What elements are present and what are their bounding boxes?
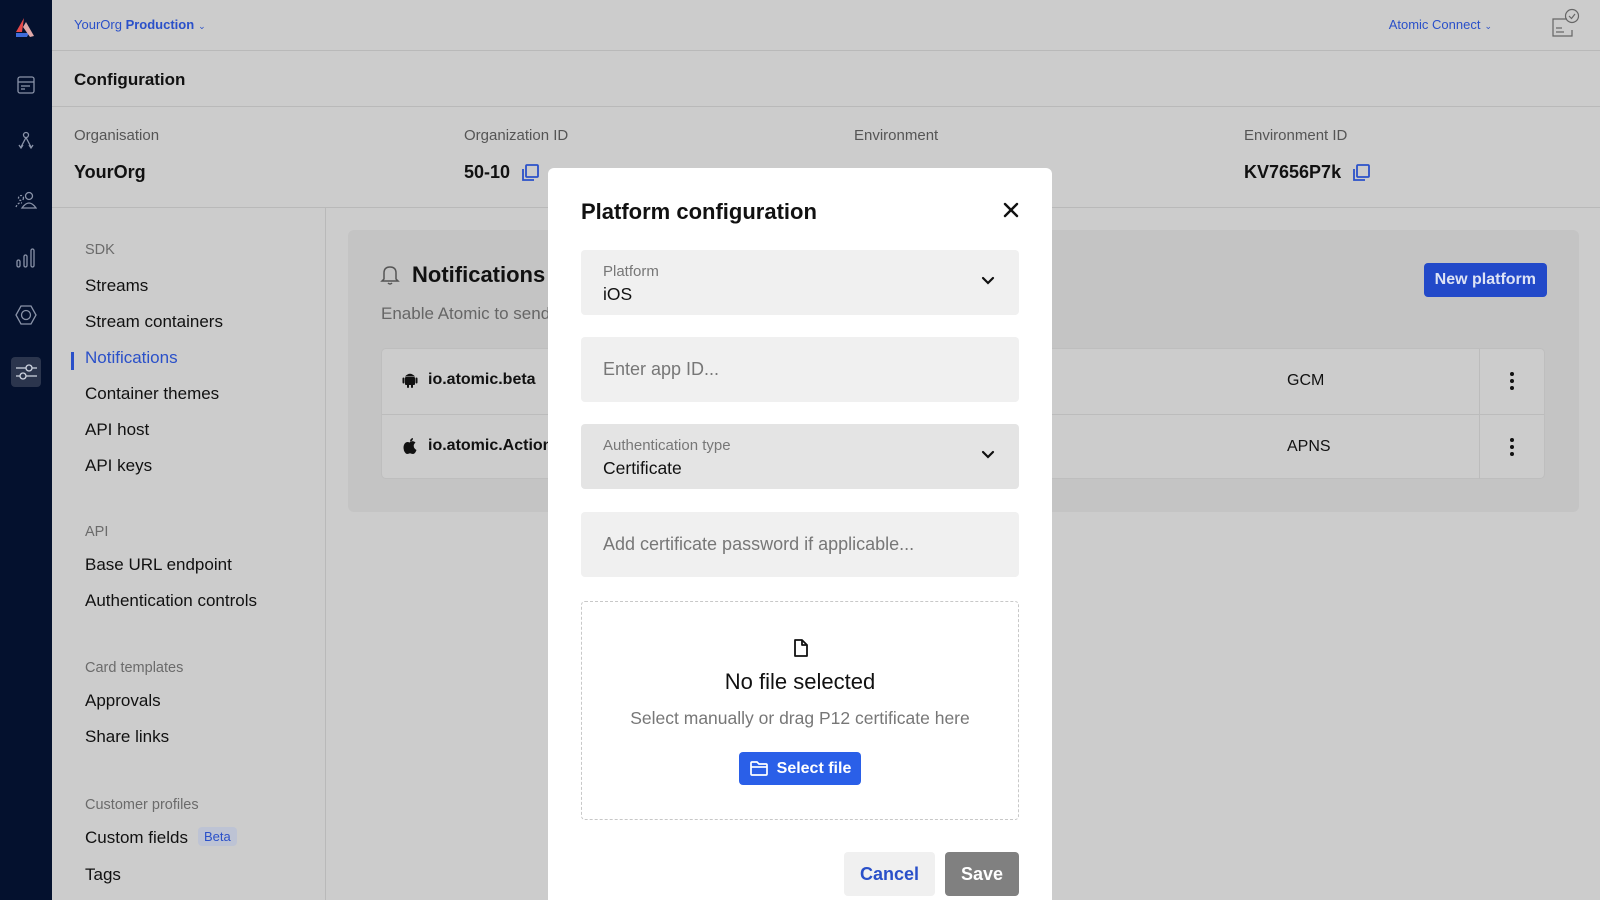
- cancel-button[interactable]: Cancel: [844, 852, 935, 896]
- authentication-type-value: Certificate: [603, 458, 682, 478]
- modal-title: Platform configuration: [581, 199, 817, 224]
- app-id-input[interactable]: [581, 337, 1019, 402]
- close-icon[interactable]: [1002, 201, 1020, 219]
- platform-select-label: Platform: [603, 263, 659, 280]
- authentication-type-label: Authentication type: [603, 437, 731, 454]
- certificate-password-field[interactable]: [581, 512, 1019, 577]
- authentication-type-select[interactable]: Authentication type Certificate: [581, 424, 1019, 489]
- platform-select[interactable]: Platform iOS: [581, 250, 1019, 315]
- app-id-field[interactable]: [581, 337, 1019, 402]
- chevron-down-icon: [981, 450, 995, 459]
- folder-icon: [749, 761, 768, 776]
- save-button[interactable]: Save: [945, 852, 1019, 896]
- certificate-dropzone[interactable]: No file selected Select manually or drag…: [581, 601, 1019, 820]
- certificate-password-input[interactable]: [581, 512, 1019, 577]
- select-file-label: Select file: [776, 759, 852, 777]
- file-icon: [794, 639, 808, 657]
- dropzone-subtitle: Select manually or drag P12 certificate …: [630, 708, 970, 728]
- dropzone-title: No file selected: [724, 669, 876, 694]
- platform-select-value: iOS: [603, 284, 633, 304]
- select-file-button[interactable]: Select file: [739, 752, 861, 785]
- platform-configuration-modal: Platform configuration Platform iOS Auth…: [548, 168, 1052, 900]
- chevron-down-icon: [981, 276, 995, 285]
